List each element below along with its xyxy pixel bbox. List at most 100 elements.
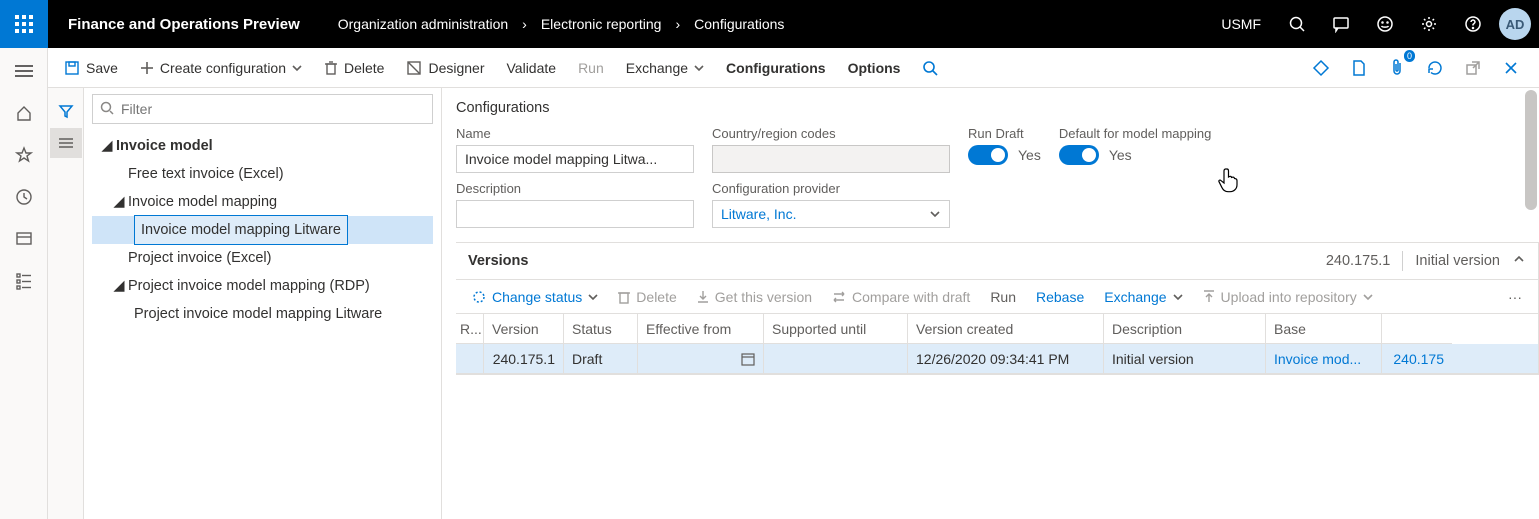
message-icon[interactable]	[1319, 0, 1363, 48]
version-run-button[interactable]: Run	[982, 282, 1024, 312]
caret-down-icon: ◢	[98, 132, 116, 160]
col-description[interactable]: Description	[1104, 314, 1266, 344]
avatar[interactable]: AD	[1499, 8, 1531, 40]
col-basev[interactable]	[1382, 314, 1452, 344]
funnel-icon[interactable]	[50, 96, 82, 126]
country-codes-label: Country/region codes	[712, 126, 950, 141]
configurations-tab[interactable]: Configurations	[716, 50, 836, 86]
gear-icon[interactable]	[1407, 0, 1451, 48]
rebase-label: Rebase	[1036, 289, 1084, 305]
close-icon[interactable]	[1495, 52, 1527, 84]
upload-repo-button: Upload into repository	[1195, 282, 1381, 312]
tree-item[interactable]: ◢Invoice model mapping	[92, 188, 433, 216]
action-toolbar: Save Create configuration Delete Designe…	[48, 48, 1539, 88]
tree-root[interactable]: ◢Invoice model	[92, 132, 433, 160]
star-icon[interactable]	[0, 138, 48, 172]
app-title: Finance and Operations Preview	[48, 16, 320, 33]
exchange-button[interactable]: Exchange	[616, 50, 714, 86]
validate-button[interactable]: Validate	[497, 50, 567, 86]
run-draft-toggle[interactable]	[968, 145, 1008, 165]
cell-base[interactable]: Invoice mod...	[1266, 344, 1382, 373]
chevron-down-icon	[292, 63, 302, 73]
country-codes-input[interactable]	[712, 145, 950, 173]
hamburger-icon[interactable]	[0, 54, 48, 88]
tree-label: Invoice model mapping	[128, 188, 277, 216]
tree-item[interactable]: Project invoice model mapping Litware	[92, 300, 433, 328]
name-input[interactable]: Invoice model mapping Litwa...	[456, 145, 694, 173]
version-delete-button: Delete	[610, 282, 684, 312]
default-mapping-label: Default for model mapping	[1059, 126, 1211, 141]
provider-value: Litware, Inc.	[721, 206, 796, 222]
col-r[interactable]: R...	[456, 314, 484, 344]
filter-input[interactable]	[92, 94, 433, 124]
toolbar-search-button[interactable]	[912, 50, 948, 86]
col-created[interactable]: Version created	[908, 314, 1104, 344]
caret-down-icon: ◢	[110, 188, 128, 216]
col-supported[interactable]: Supported until	[764, 314, 908, 344]
versions-grid: R... Version Status Effective from Suppo…	[456, 313, 1538, 374]
workspace-icon[interactable]	[0, 222, 48, 256]
description-input[interactable]	[456, 200, 694, 228]
breadcrumb-item[interactable]: Electronic reporting	[541, 16, 662, 32]
search-icon[interactable]	[1275, 0, 1319, 48]
col-base[interactable]: Base	[1266, 314, 1382, 344]
breadcrumb-item[interactable]: Organization administration	[338, 16, 508, 32]
popout-icon[interactable]	[1457, 52, 1489, 84]
version-exchange-button[interactable]: Exchange	[1096, 282, 1190, 312]
chevron-down-icon	[1173, 292, 1183, 302]
modules-icon[interactable]	[0, 264, 48, 298]
default-mapping-toggle[interactable]	[1059, 145, 1099, 165]
compare-label: Compare with draft	[852, 289, 970, 305]
help-icon[interactable]	[1451, 0, 1495, 48]
refresh-icon[interactable]	[1419, 52, 1451, 84]
waffle-icon	[15, 15, 33, 33]
scrollbar[interactable]	[1523, 88, 1539, 519]
attachments-icon[interactable]	[1381, 52, 1413, 84]
smile-icon[interactable]	[1363, 0, 1407, 48]
create-configuration-button[interactable]: Create configuration	[130, 50, 312, 86]
col-status[interactable]: Status	[564, 314, 638, 344]
change-status-label: Change status	[492, 289, 582, 305]
col-effective[interactable]: Effective from	[638, 314, 764, 344]
cell-status: Draft	[564, 344, 638, 373]
recent-icon[interactable]	[0, 180, 48, 214]
col-version[interactable]: Version	[484, 314, 564, 344]
filter-rail	[48, 88, 84, 519]
tree-item[interactable]: Free text invoice (Excel)	[92, 160, 433, 188]
provider-select[interactable]: Litware, Inc.	[712, 200, 950, 228]
document-icon[interactable]	[1343, 52, 1375, 84]
chevron-down-icon	[588, 292, 598, 302]
get-version-label: Get this version	[715, 289, 812, 305]
versions-toolbar: Change status Delete Get this version Co…	[456, 279, 1538, 313]
tree-item-selected[interactable]: Invoice model mapping Litware	[92, 216, 433, 244]
breadcrumb: Organization administration › Electronic…	[338, 16, 785, 32]
tree-item[interactable]: ◢Project invoice model mapping (RDP)	[92, 272, 433, 300]
cell-supported	[764, 344, 908, 373]
get-version-button: Get this version	[689, 282, 820, 312]
cell-description: Initial version	[1104, 344, 1266, 373]
exchange-label: Exchange	[626, 60, 688, 76]
versions-current: 240.175.1	[1326, 253, 1391, 269]
tree-label: Invoice model mapping Litware	[134, 215, 348, 245]
company-code[interactable]: USMF	[1207, 16, 1275, 32]
options-label: Options	[848, 60, 901, 76]
save-button[interactable]: Save	[54, 50, 128, 86]
name-label: Name	[456, 126, 694, 141]
change-status-button[interactable]: Change status	[464, 282, 606, 312]
tree-item[interactable]: Project invoice (Excel)	[92, 244, 433, 272]
options-tab[interactable]: Options	[838, 50, 911, 86]
diamond-icon[interactable]	[1305, 52, 1337, 84]
cell-basev[interactable]: 240.175	[1382, 344, 1452, 373]
tree-label: Project invoice model mapping (RDP)	[128, 272, 370, 300]
home-icon[interactable]	[0, 96, 48, 130]
rebase-button[interactable]: Rebase	[1028, 282, 1092, 312]
config-tree: ◢Invoice model Free text invoice (Excel)…	[92, 132, 433, 328]
breadcrumb-item[interactable]: Configurations	[694, 16, 784, 32]
circle-dashed-icon	[472, 290, 486, 304]
lines-icon[interactable]	[50, 128, 82, 158]
tree-label: Free text invoice (Excel)	[128, 160, 284, 188]
designer-button[interactable]: Designer	[396, 50, 494, 86]
delete-button[interactable]: Delete	[314, 50, 394, 86]
waffle-launcher[interactable]	[0, 0, 48, 48]
table-row[interactable]: 240.175.1 Draft 12/26/2020 09:34:41 PM I…	[456, 344, 1538, 374]
